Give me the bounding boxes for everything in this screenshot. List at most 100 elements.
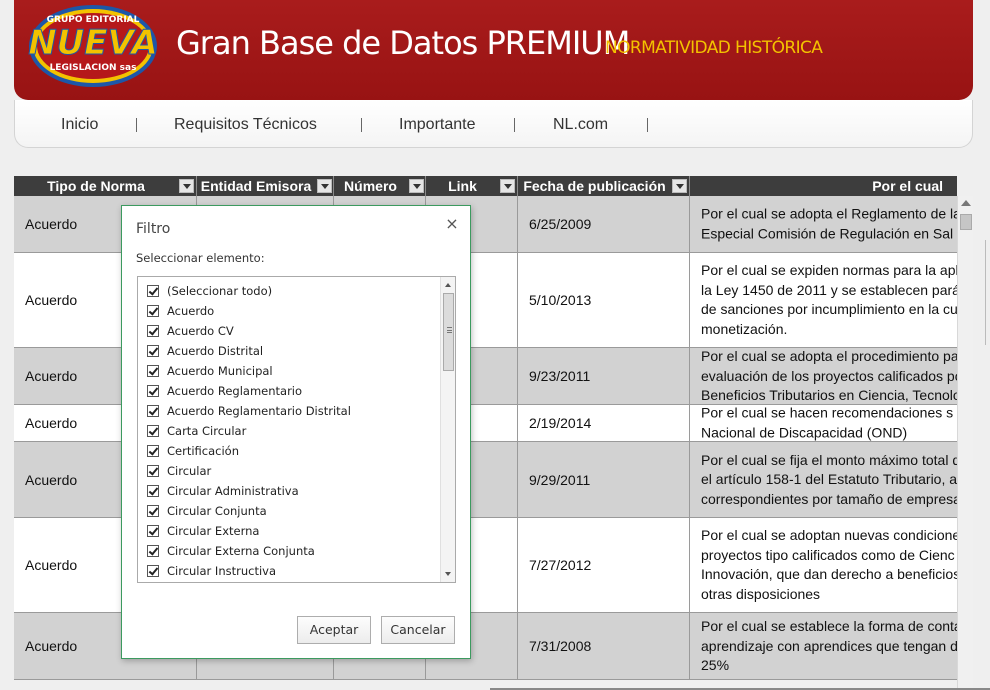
column-header-label: Número (344, 178, 397, 194)
description-text: Por el cual se fija el monto máximo tota… (701, 450, 957, 509)
description-line: evaluación de los proyectos calificados … (701, 367, 957, 384)
filter-option-label: Acuerdo CV (167, 324, 234, 338)
description-line: Por el cual se expiden normas para la ap… (701, 262, 957, 278)
cell-descripcion: Por el cual se adoptan nuevas condicione… (690, 518, 957, 612)
close-icon[interactable]: × (444, 216, 460, 232)
filter-dropdown-icon[interactable] (179, 179, 194, 193)
checkbox[interactable] (147, 345, 159, 357)
column-header-entidad: Entidad Emisora (197, 176, 334, 196)
scroll-thumb[interactable] (960, 214, 972, 230)
cell-descripcion: Por el cual se adopta el Reglamento de l… (690, 196, 957, 252)
description-line: Por el cual se adoptan nuevas condicione (701, 527, 957, 543)
nav-item-importante[interactable]: Importante (399, 116, 475, 134)
filter-dialog: Filtro × Seleccionar elemento: (Seleccio… (121, 205, 471, 659)
app-header: GRUPO EDITORIAL NUEVA LEGISLACION sas Gr… (14, 0, 973, 100)
nav-separator (647, 118, 648, 132)
scroll-up-arrow-icon[interactable] (445, 283, 451, 287)
description-line: Por el cual se fija el monto máximo tota… (701, 451, 957, 468)
cell-text: 6/25/2009 (529, 216, 592, 232)
description-line: 25% (701, 656, 730, 673)
checkbox[interactable] (147, 405, 159, 417)
cell-text: 9/29/2011 (529, 471, 591, 488)
nav-item-inicio[interactable]: Inicio (61, 116, 98, 134)
checkbox[interactable] (147, 465, 159, 477)
column-header-fecha: Fecha de publicación (518, 176, 690, 196)
filter-option-label: Circular Externa Conjunta (167, 544, 315, 558)
description-line: Por el cual se establece la forma de con… (701, 617, 957, 634)
logo-main-text: NUEVA (28, 23, 158, 63)
filter-option-label: Circular Instructiva (167, 564, 277, 578)
checkbox[interactable] (147, 385, 159, 397)
checkbox[interactable] (147, 425, 159, 437)
scroll-thumb[interactable] (443, 293, 454, 371)
dialog-instruction: Seleccionar elemento: (136, 251, 265, 265)
nav-item-requisitos[interactable]: Requisitos Técnicos (174, 116, 317, 134)
checkbox[interactable] (147, 565, 159, 577)
description-line: aprendizaje con aprendices que tengan d (701, 637, 957, 654)
filter-list-scrollbar[interactable] (440, 277, 455, 582)
cell-descripcion: Por el cual se fija el monto máximo tota… (690, 442, 957, 517)
description-line: de sanciones por incumplimiento en la cu (701, 301, 957, 317)
description-line: Especial Comisión de Regulación en Sal (701, 225, 954, 241)
checkbox[interactable] (147, 285, 159, 297)
description-line: Por el cual se hacen recomendaciones s (701, 405, 954, 421)
description-text: Por el cual se adopta el procedimiento p… (701, 348, 957, 404)
table-header: Tipo de Norma Entidad Emisora Número Lin… (14, 176, 957, 196)
filter-option-label: Acuerdo Reglamentario Distrital (167, 404, 351, 418)
cell-fecha: 9/23/2011 (518, 348, 690, 404)
nav-separator (136, 118, 137, 132)
description-line: Beneficios Tributarios en Ciencia, Tecno… (701, 386, 957, 403)
table-vertical-scrollbar[interactable] (957, 196, 973, 690)
filter-dropdown-icon[interactable] (672, 179, 687, 193)
filter-option-label: Carta Circular (167, 424, 247, 438)
description-text: Por el cual se establece la forma de con… (701, 617, 957, 676)
filter-option-label: Certificación (167, 444, 239, 458)
column-header-link: Link (426, 176, 518, 196)
checkbox[interactable] (147, 445, 159, 457)
checkbox[interactable] (147, 325, 159, 337)
checkbox[interactable] (147, 485, 159, 497)
checkbox[interactable] (147, 545, 159, 557)
cell-text: 9/23/2011 (529, 368, 591, 384)
column-header-label: Tipo de Norma (47, 178, 145, 194)
column-header-label: Por el cual (872, 178, 943, 194)
accept-button[interactable]: Aceptar (297, 616, 371, 644)
page-title: Gran Base de Datos PREMIUM (176, 24, 630, 62)
cell-descripcion: Por el cual se adopta el procedimiento p… (690, 348, 957, 404)
main-nav: Inicio Requisitos Técnicos Importante NL… (14, 100, 973, 148)
filter-option-label: Acuerdo Reglamentario (167, 384, 303, 398)
cell-text: 5/10/2013 (529, 292, 592, 308)
filter-option-label: Acuerdo Municipal (167, 364, 273, 378)
cancel-button[interactable]: Cancelar (381, 616, 455, 644)
cell-descripcion: Por el cual se hacen recomendaciones s Na… (690, 405, 957, 441)
checkbox[interactable] (147, 305, 159, 317)
description-text: Por el cual se adopta el Reglamento de l… (701, 205, 957, 244)
page-edge-scroll-track (985, 240, 990, 345)
checkbox[interactable] (147, 505, 159, 517)
filter-dropdown-icon[interactable] (500, 179, 515, 193)
scroll-up-arrow-icon[interactable] (961, 200, 971, 206)
cell-text: 7/31/2008 (529, 638, 592, 654)
cell-fecha: 6/25/2009 (518, 196, 690, 252)
filter-options-list: (Seleccionar todo) Acuerdo Acuerdo CV Acuer… (137, 276, 456, 583)
column-header-tipo: Tipo de Norma (14, 176, 197, 196)
filter-option-label: Acuerdo Distrital (167, 344, 264, 358)
cell-descripcion: Por el cual se establece la forma de con… (690, 613, 957, 679)
filter-option-label: (Seleccionar todo) (167, 284, 273, 298)
checkbox[interactable] (147, 365, 159, 377)
filter-dropdown-icon[interactable] (317, 179, 332, 193)
nav-item-nlcom[interactable]: NL.com (553, 116, 608, 134)
filter-option-label: Circular (167, 464, 212, 478)
filter-dropdown-icon[interactable] (409, 179, 424, 193)
nav-separator (514, 118, 515, 132)
checkbox[interactable] (147, 525, 159, 537)
description-text: Por el cual se adoptan nuevas condicione… (701, 526, 957, 604)
description-line: el artículo 158-1 del Estatuto Tributari… (701, 470, 957, 487)
column-header-label: Link (448, 178, 477, 194)
cell-fecha: 5/10/2013 (518, 253, 690, 347)
nueva-legislacion-logo[interactable]: GRUPO EDITORIAL NUEVA LEGISLACION sas (28, 4, 158, 88)
description-line: proyectos tipo calificados como de Cienc (701, 546, 955, 563)
cell-text: 2/19/2014 (529, 415, 592, 431)
scroll-down-arrow-icon[interactable] (445, 572, 451, 576)
page-subtitle: NORMATIVIDAD HISTÓRICA (605, 38, 823, 58)
